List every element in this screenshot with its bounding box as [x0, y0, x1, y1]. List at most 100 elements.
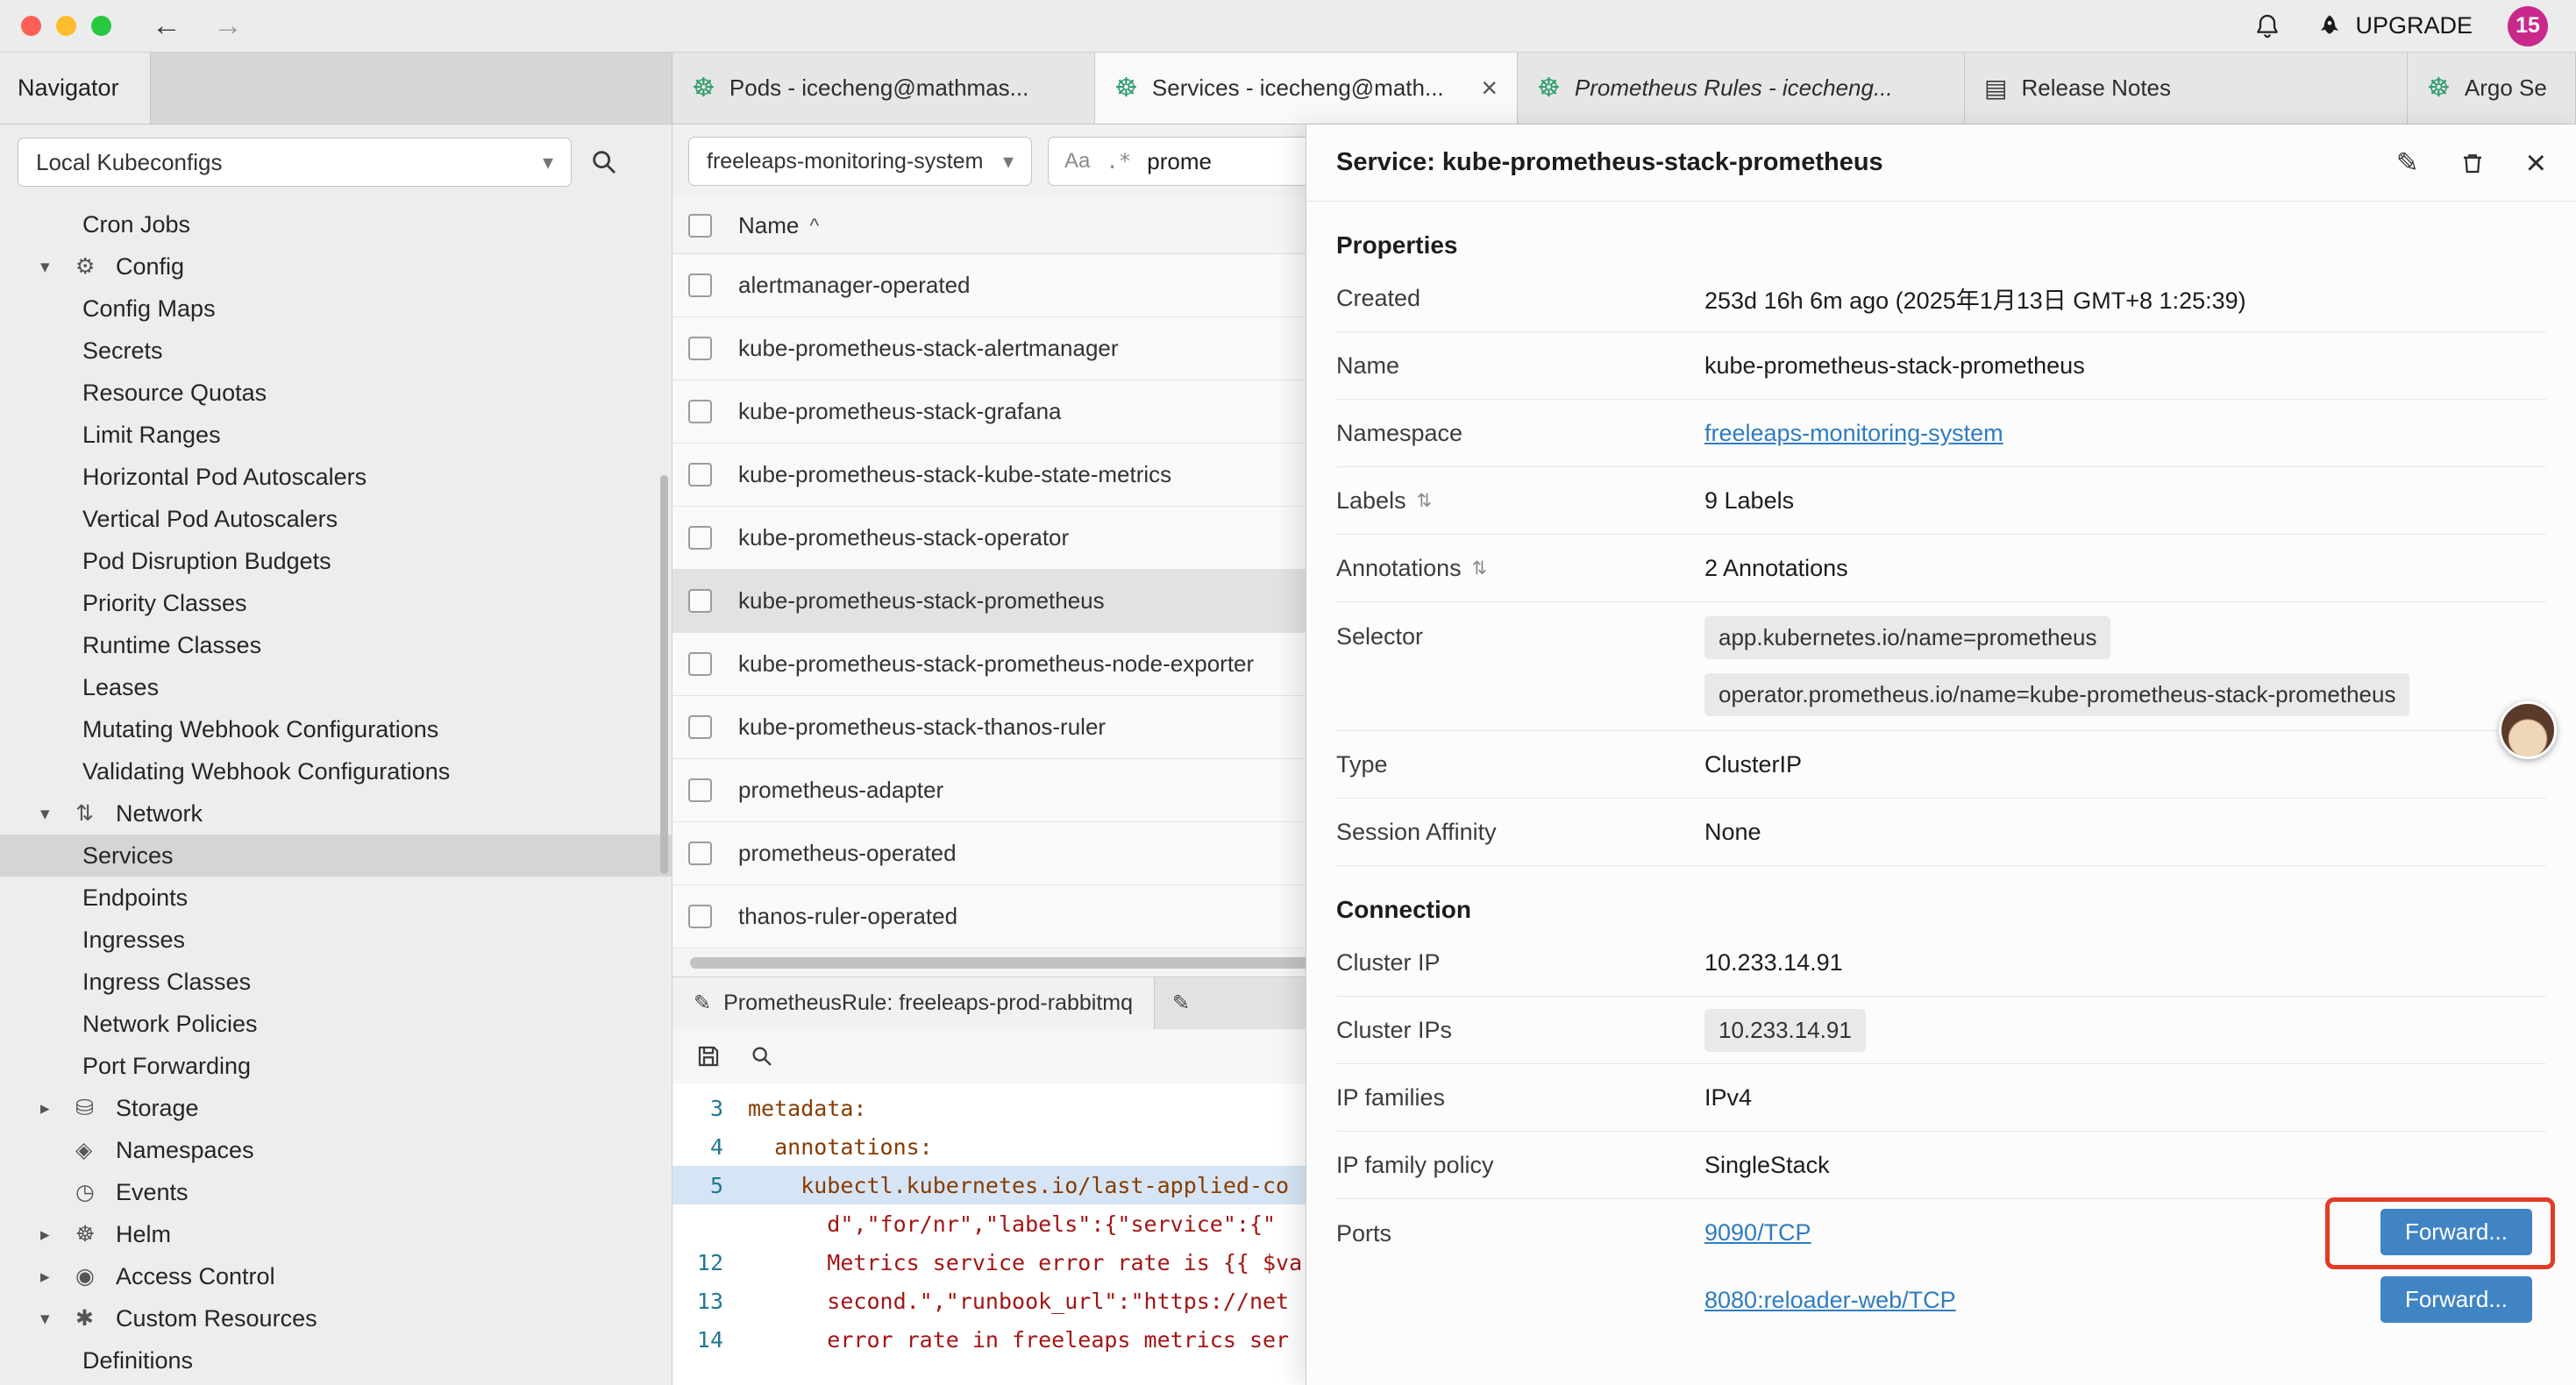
sidebar-item-secrets[interactable]: Secrets: [0, 330, 672, 372]
sidebar-item-vertical-pod-autoscalers[interactable]: Vertical Pod Autoscalers: [0, 498, 672, 540]
row-checkbox[interactable]: [688, 400, 712, 423]
tab-pods[interactable]: ☸ Pods - icecheng@mathmas...: [672, 53, 1095, 124]
sidebar-group-config[interactable]: ▾⚙Config: [0, 245, 672, 288]
regex-toggle[interactable]: .*: [1106, 149, 1131, 174]
row-checkbox[interactable]: [688, 463, 712, 487]
sidebar-item-limit-ranges[interactable]: Limit Ranges: [0, 414, 672, 456]
edit-pencil-icon[interactable]: ✎: [2396, 147, 2419, 179]
upgrade-button[interactable]: UPGRADE: [2316, 12, 2473, 39]
tab-label: Prometheus Rules - icecheng...: [1575, 75, 1893, 102]
row-checkbox[interactable]: [688, 778, 712, 802]
sidebar-item-definitions[interactable]: Definitions: [0, 1339, 672, 1381]
sidebar-item-runtime-classes[interactable]: Runtime Classes: [0, 624, 672, 666]
upgrade-label: UPGRADE: [2355, 12, 2473, 39]
sidebar-item-ingress-classes[interactable]: Ingress Classes: [0, 961, 672, 1003]
detail-row-cluster-ips: Cluster IPs 10.233.14.91: [1336, 997, 2546, 1064]
search-input[interactable]: [1147, 148, 1287, 175]
sidebar-group-access-control[interactable]: ▸◉Access Control: [0, 1255, 672, 1297]
save-icon[interactable]: [695, 1043, 722, 1069]
sort-toggle-icon[interactable]: ⇅: [1472, 558, 1488, 579]
minimize-window-button[interactable]: [56, 16, 76, 36]
row-checkbox[interactable]: [688, 337, 712, 360]
forward-port-button[interactable]: Forward...: [2380, 1276, 2532, 1323]
row-checkbox[interactable]: [688, 652, 712, 676]
tab-argo[interactable]: ☸ Argo Se: [2408, 53, 2576, 124]
tab-label: Services - icecheng@math...: [1152, 75, 1444, 102]
sidebar-item-config-maps[interactable]: Config Maps: [0, 288, 672, 330]
row-checkbox[interactable]: [688, 526, 712, 550]
sidebar-group-helm[interactable]: ▸☸Helm: [0, 1213, 672, 1255]
sidebar-scrollbar[interactable]: [660, 475, 668, 874]
close-window-button[interactable]: [21, 16, 41, 36]
notification-count-badge[interactable]: 15: [2508, 6, 2548, 46]
forward-icon[interactable]: →: [213, 9, 243, 43]
detail-row-created: Created 253d 16h 6m ago (2025年1月13日 GMT+…: [1336, 265, 2546, 332]
namespace-link[interactable]: freeleaps-monitoring-system: [1704, 420, 2003, 447]
close-tab-icon[interactable]: ×: [1472, 72, 1498, 104]
select-all-checkbox[interactable]: [688, 214, 712, 238]
port-link[interactable]: 9090/TCP: [1704, 1219, 1811, 1246]
row-checkbox[interactable]: [688, 273, 712, 297]
chevron-right-icon[interactable]: ▸: [40, 1097, 75, 1119]
row-checkbox[interactable]: [688, 589, 712, 613]
navigator-panel-tab[interactable]: Navigator: [0, 53, 151, 124]
sidebar-item-horizontal-pod-autoscalers[interactable]: Horizontal Pod Autoscalers: [0, 456, 672, 498]
dock-tab-partial[interactable]: ✎: [1155, 977, 1207, 1029]
sidebar-item-mutating-webhook-configurations[interactable]: Mutating Webhook Configurations: [0, 708, 672, 750]
user-avatar[interactable]: [2499, 701, 2557, 759]
sort-toggle-icon[interactable]: ⇅: [1417, 490, 1433, 512]
match-case-toggle[interactable]: Aa: [1064, 149, 1090, 174]
sidebar-item-network-policies[interactable]: Network Policies: [0, 1003, 672, 1045]
sidebar-item-validating-webhook-configurations[interactable]: Validating Webhook Configurations: [0, 750, 672, 792]
sidebar-group-custom-resources[interactable]: ▾✱Custom Resources: [0, 1297, 672, 1339]
search-icon[interactable]: [750, 1044, 774, 1069]
name-column-header[interactable]: Name ^: [738, 212, 819, 239]
chevron-down-icon[interactable]: ▾: [40, 256, 75, 278]
sidebar-item-resource-quotas[interactable]: Resource Quotas: [0, 372, 672, 414]
sidebar-group-network[interactable]: ▾⇅Network: [0, 792, 672, 835]
sidebar-item-pod-disruption-budgets[interactable]: Pod Disruption Budgets: [0, 540, 672, 582]
zoom-window-button[interactable]: [91, 16, 111, 36]
selector-badge: app.kubernetes.io/name=prometheus: [1704, 616, 2110, 659]
detail-row-session-affinity: Session Affinity None: [1336, 799, 2546, 866]
window-controls: [21, 16, 111, 36]
forward-port-button[interactable]: Forward...: [2380, 1209, 2532, 1255]
sidebar-item-priority-classes[interactable]: Priority Classes: [0, 582, 672, 624]
search-icon[interactable]: [589, 147, 619, 177]
tab-prometheus-rules[interactable]: ☸ Prometheus Rules - icecheng...: [1518, 53, 1965, 124]
sidebar-item-endpoints[interactable]: Endpoints: [0, 877, 672, 919]
section-heading-connection: Connection: [1336, 896, 2546, 924]
back-icon[interactable]: ←: [152, 9, 181, 43]
chevron-down-icon[interactable]: ▾: [40, 803, 75, 825]
notifications-bell-icon[interactable]: [2253, 11, 2281, 41]
row-checkbox[interactable]: [688, 905, 712, 928]
row-checkbox[interactable]: [688, 715, 712, 739]
tab-release-notes[interactable]: ▤ Release Notes: [1965, 53, 2408, 124]
namespace-selector[interactable]: freeleaps-monitoring-system ▾: [688, 137, 1032, 186]
chevron-right-icon[interactable]: ▸: [40, 1224, 75, 1246]
chevron-right-icon[interactable]: ▸: [40, 1266, 75, 1288]
close-drawer-icon[interactable]: ×: [2526, 146, 2546, 181]
sidebar-item-events[interactable]: ◷Events: [0, 1171, 672, 1213]
detail-row-namespace: Namespace freeleaps-monitoring-system: [1336, 400, 2546, 467]
sidebar-item-leases[interactable]: Leases: [0, 666, 672, 708]
chevron-down-icon[interactable]: ▾: [40, 1308, 75, 1330]
drawer-header: Service: kube-prometheus-stack-prometheu…: [1306, 124, 2576, 202]
line-number: 13: [672, 1289, 748, 1314]
sidebar-item-services[interactable]: Services: [0, 835, 672, 877]
sidebar-group-storage[interactable]: ▸⛁Storage: [0, 1087, 672, 1129]
kubeconfig-selector[interactable]: Local Kubeconfigs ▾: [18, 138, 572, 187]
row-checkbox[interactable]: [688, 842, 712, 865]
service-detail-drawer: Service: kube-prometheus-stack-prometheu…: [1306, 124, 2576, 1385]
delete-trash-icon[interactable]: [2459, 149, 2486, 177]
port-link[interactable]: 8080:reloader-web/TCP: [1704, 1287, 1956, 1314]
sidebar-item-cron-jobs[interactable]: Cron Jobs: [0, 203, 672, 245]
sidebar-item-namespaces[interactable]: ◈Namespaces: [0, 1129, 672, 1171]
sidebar-item-ingresses[interactable]: Ingresses: [0, 919, 672, 961]
dock-tab-prometheusrule[interactable]: ✎ PrometheusRule: freeleaps-prod-rabbitm…: [672, 977, 1155, 1029]
line-number: 12: [672, 1250, 748, 1275]
tab-services[interactable]: ☸ Services - icecheng@math... ×: [1095, 53, 1518, 124]
navigator-header-area: Navigator: [0, 53, 672, 124]
sidebar-item-port-forwarding[interactable]: Port Forwarding: [0, 1045, 672, 1087]
chevron-down-icon: ▾: [991, 149, 1014, 174]
